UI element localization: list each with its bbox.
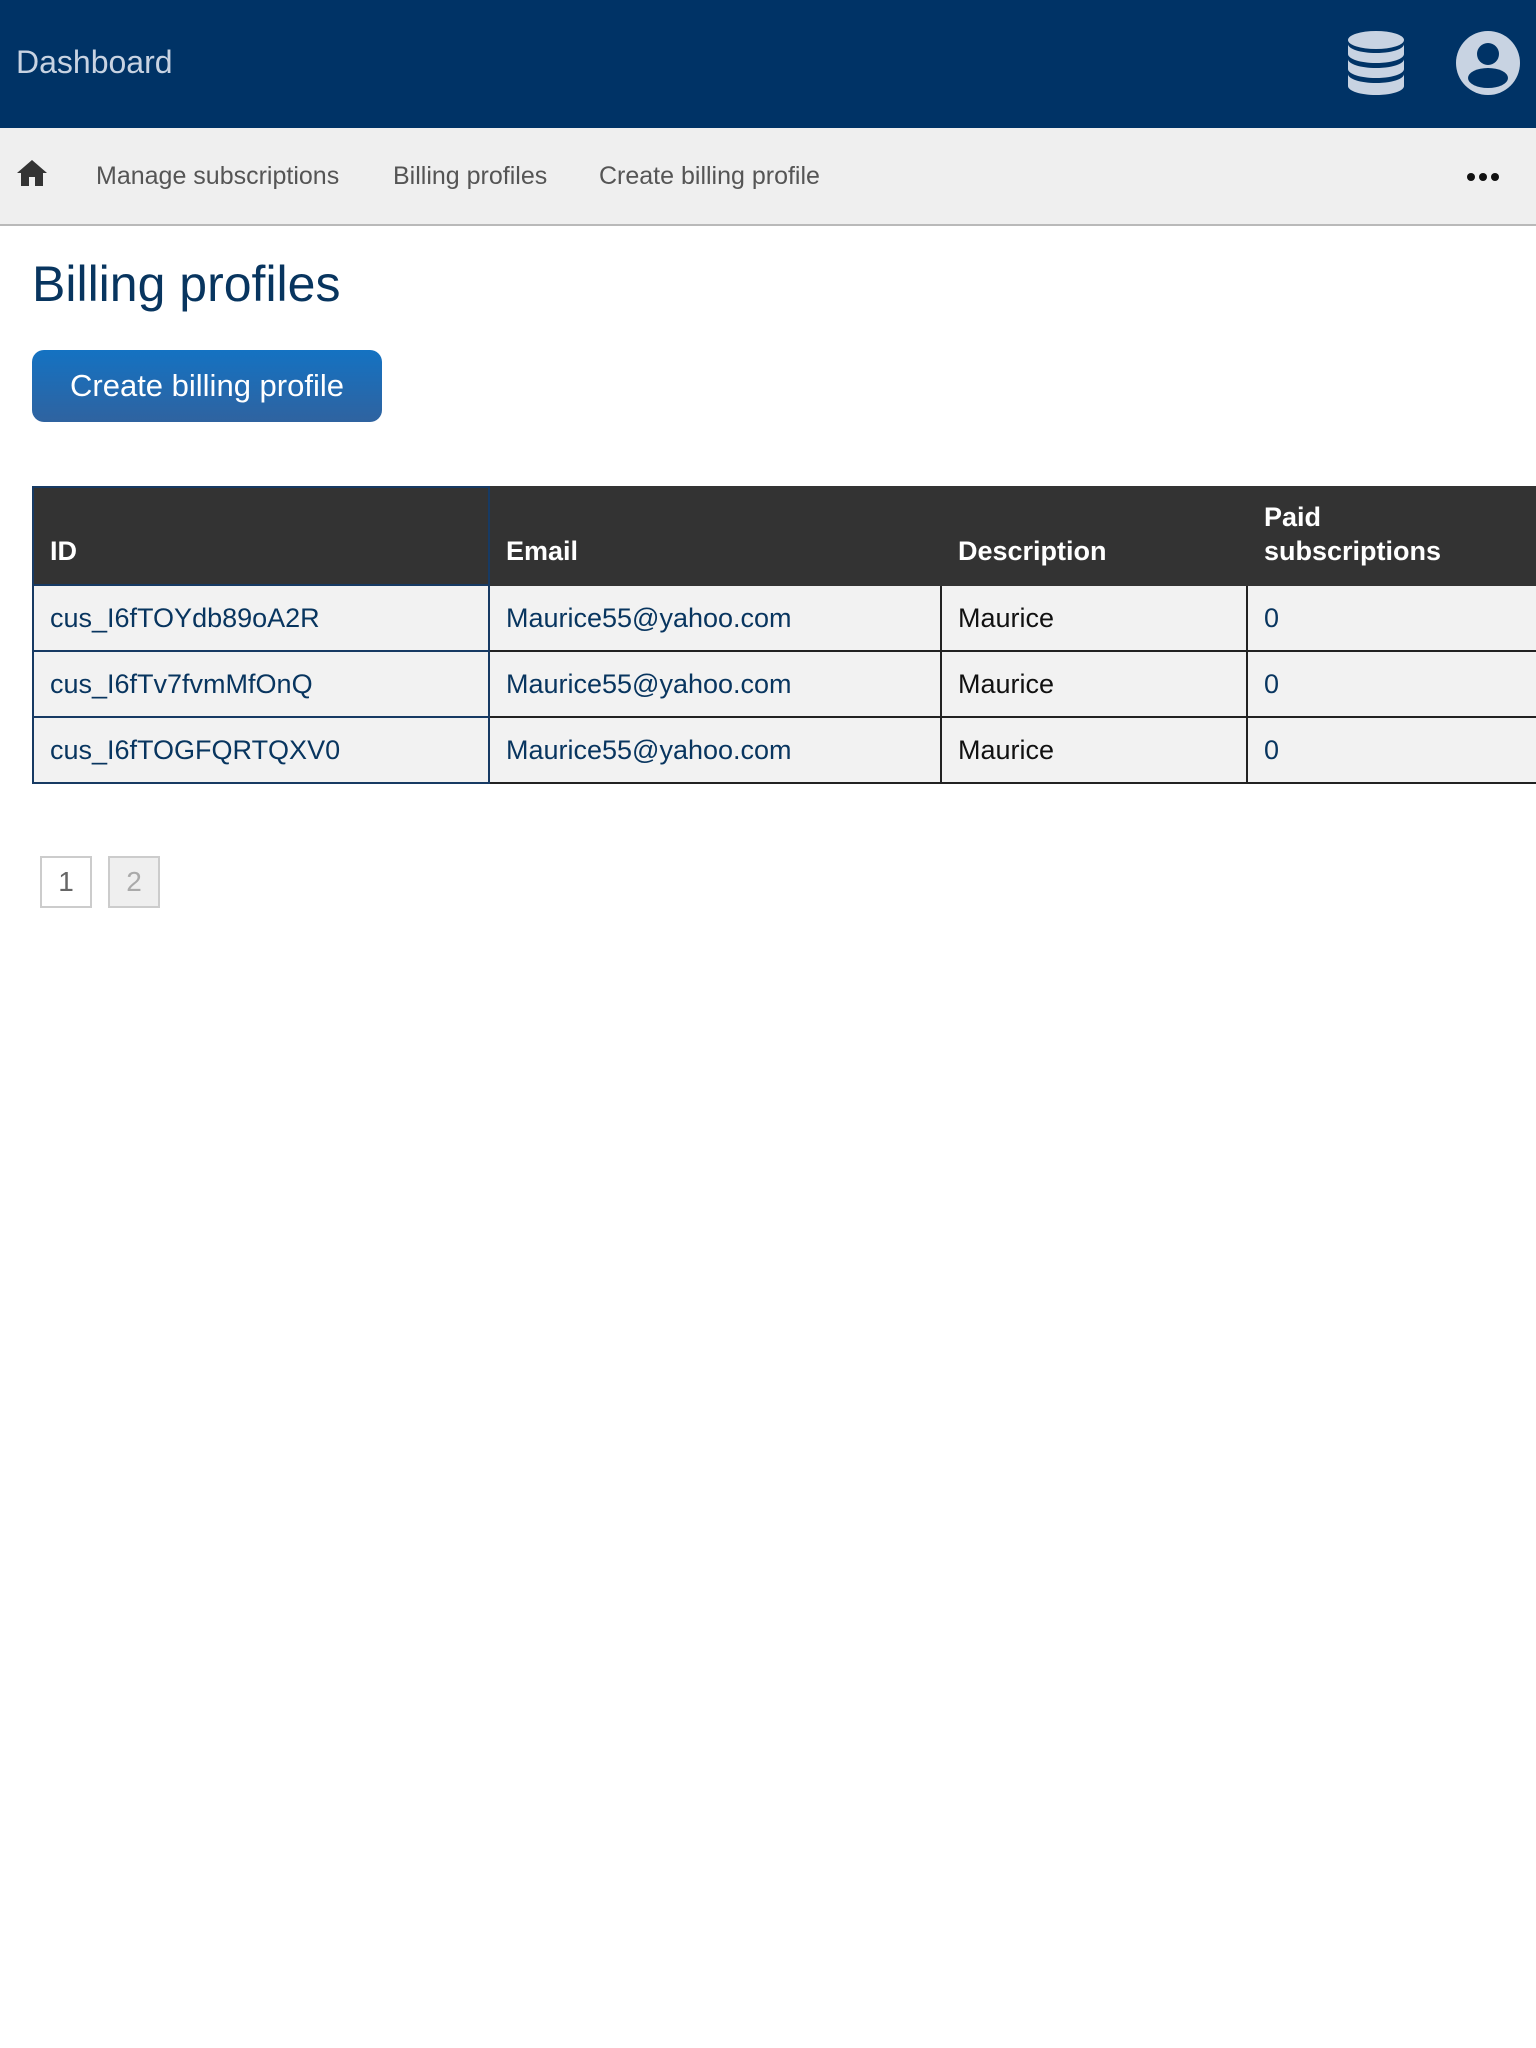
cell-id-link[interactable]: cus_I6fTv7fvmMfOnQ	[32, 650, 490, 718]
cell-description: Maurice	[940, 584, 1248, 652]
cell-description: Maurice	[940, 650, 1248, 718]
database-icon[interactable]	[1346, 30, 1406, 98]
cell-email-link[interactable]: Maurice55@yahoo.com	[488, 584, 942, 652]
page-title: Billing profiles	[32, 256, 341, 312]
nav-link-manage-subscriptions[interactable]: Manage subscriptions	[96, 158, 339, 194]
cell-paid-subscriptions[interactable]: 0	[1246, 650, 1536, 718]
pagination: 1 2	[40, 856, 160, 908]
page-button-1[interactable]: 1	[40, 856, 92, 908]
table-row[interactable]: cus_I6fTOGFQRTQXV0 Maurice55@yahoo.com M…	[32, 716, 1536, 784]
cell-paid-subscriptions[interactable]: 0	[1246, 716, 1536, 784]
cell-email-link[interactable]: Maurice55@yahoo.com	[488, 716, 942, 784]
column-header-paid-subscriptions[interactable]: Paid subscriptions	[1246, 486, 1536, 586]
table-row[interactable]: cus_I6fTOYdb89oA2R Maurice55@yahoo.com M…	[32, 584, 1536, 652]
app-title[interactable]: Dashboard	[16, 40, 173, 84]
nav-bar: Manage subscriptions Billing profiles Cr…	[0, 128, 1536, 226]
table-header-row: ID Email Description Paid subscriptions	[32, 486, 1536, 586]
top-header: Dashboard	[0, 0, 1536, 128]
create-billing-profile-button[interactable]: Create billing profile	[32, 350, 382, 422]
cell-description: Maurice	[940, 716, 1248, 784]
column-header-email[interactable]: Email	[488, 486, 942, 586]
cell-email-link[interactable]: Maurice55@yahoo.com	[488, 650, 942, 718]
more-horizontal-icon[interactable]	[1466, 172, 1500, 182]
billing-profiles-table: ID Email Description Paid subscriptions c…	[32, 486, 1536, 784]
page-button-2[interactable]: 2	[108, 856, 160, 908]
user-circle-icon[interactable]	[1455, 30, 1521, 96]
cell-paid-subscriptions[interactable]: 0	[1246, 584, 1536, 652]
cell-id-link[interactable]: cus_I6fTOYdb89oA2R	[32, 584, 490, 652]
table-row[interactable]: cus_I6fTv7fvmMfOnQ Maurice55@yahoo.com M…	[32, 650, 1536, 718]
home-icon[interactable]	[16, 157, 48, 189]
column-header-description[interactable]: Description	[940, 486, 1248, 586]
nav-link-create-billing-profile[interactable]: Create billing profile	[599, 158, 820, 194]
cell-id-link[interactable]: cus_I6fTOGFQRTQXV0	[32, 716, 490, 784]
nav-link-billing-profiles[interactable]: Billing profiles	[393, 158, 547, 194]
column-header-id[interactable]: ID	[32, 486, 490, 586]
